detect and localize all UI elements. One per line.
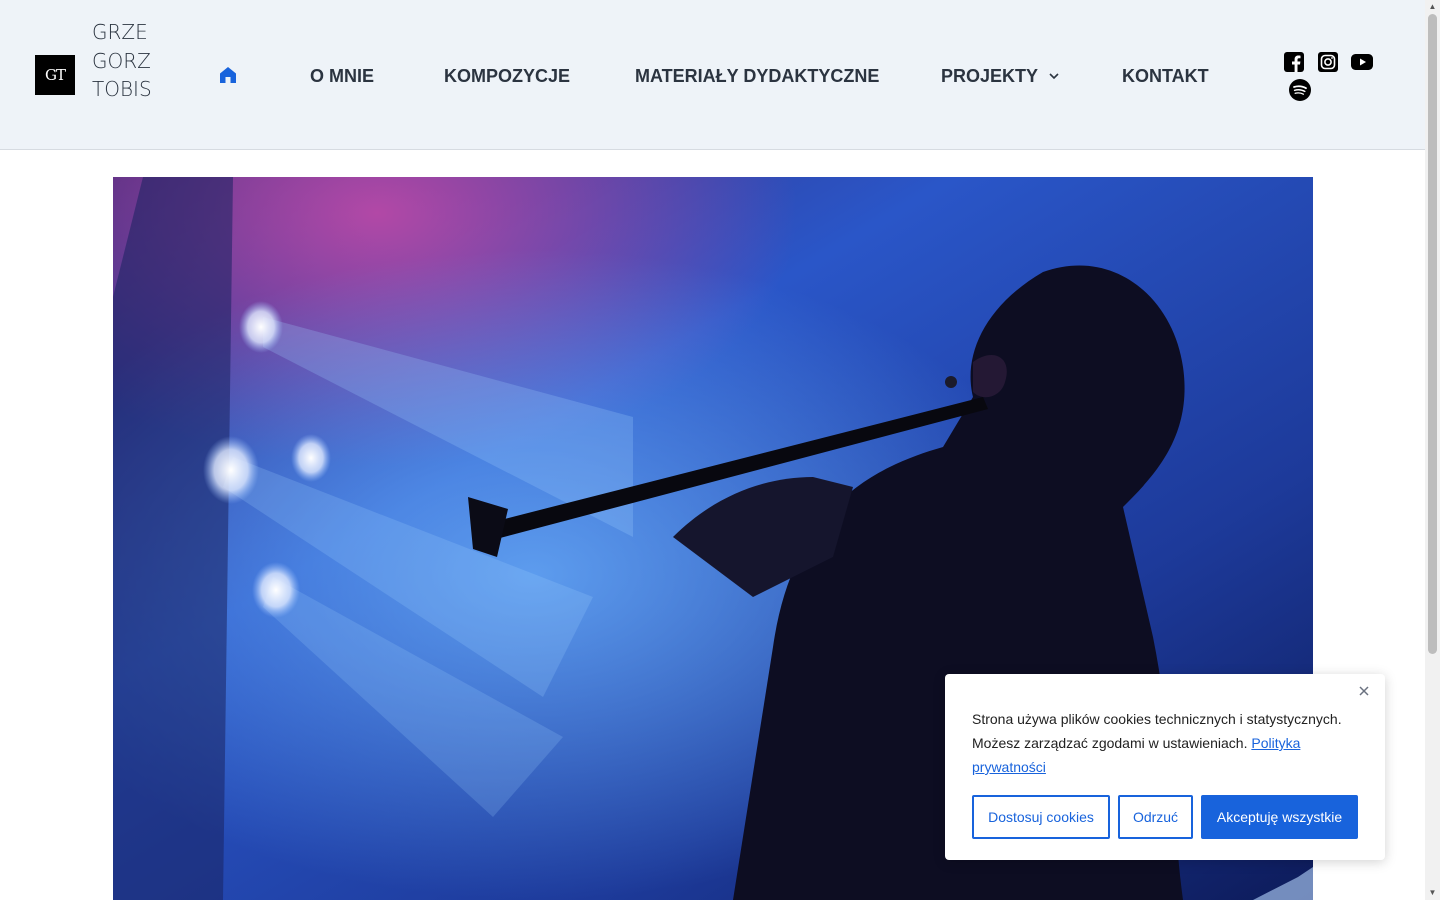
chevron-down-icon	[1049, 73, 1059, 80]
nav-item-kompozycje[interactable]: KOMPOZYCJE	[444, 62, 570, 90]
instagram-icon[interactable]	[1318, 52, 1338, 72]
cookie-message: Strona używa plików cookies technicznych…	[972, 707, 1362, 779]
accept-all-cookies-button[interactable]: Akceptuję wszystkie	[1201, 795, 1358, 839]
page-scrollbar[interactable]: ▲ ▼	[1425, 0, 1440, 900]
youtube-icon[interactable]	[1351, 53, 1373, 71]
nav-item-kontakt[interactable]: KONTAKT	[1122, 62, 1209, 90]
logo-text: GT	[45, 66, 66, 84]
site-title[interactable]: GRZEGORZTOBIS	[92, 18, 152, 104]
home-icon[interactable]	[219, 66, 237, 84]
facebook-icon[interactable]	[1284, 52, 1304, 72]
cookie-banner: Strona używa plików cookies technicznych…	[945, 674, 1385, 860]
spotify-icon[interactable]	[1289, 79, 1311, 101]
site-logo[interactable]: GT	[35, 55, 75, 95]
site-header: GT GRZEGORZTOBIS O MNIE KOMPOZYCJE MATER…	[0, 0, 1425, 150]
reject-cookies-button[interactable]: Odrzuć	[1118, 795, 1193, 839]
scroll-up-arrow-icon[interactable]: ▲	[1428, 2, 1437, 12]
nav-item-projekty[interactable]: PROJEKTY	[941, 62, 1060, 90]
scroll-down-arrow-icon[interactable]: ▼	[1428, 888, 1437, 898]
close-icon[interactable]	[1357, 684, 1371, 698]
customize-cookies-button[interactable]: Dostosuj cookies	[972, 795, 1110, 839]
nav-item-o-mnie[interactable]: O MNIE	[310, 62, 374, 90]
scrollbar-thumb[interactable]	[1428, 14, 1437, 654]
nav-item-materialy-dydaktyczne[interactable]: MATERIAŁY DYDAKTYCZNE	[635, 62, 879, 90]
